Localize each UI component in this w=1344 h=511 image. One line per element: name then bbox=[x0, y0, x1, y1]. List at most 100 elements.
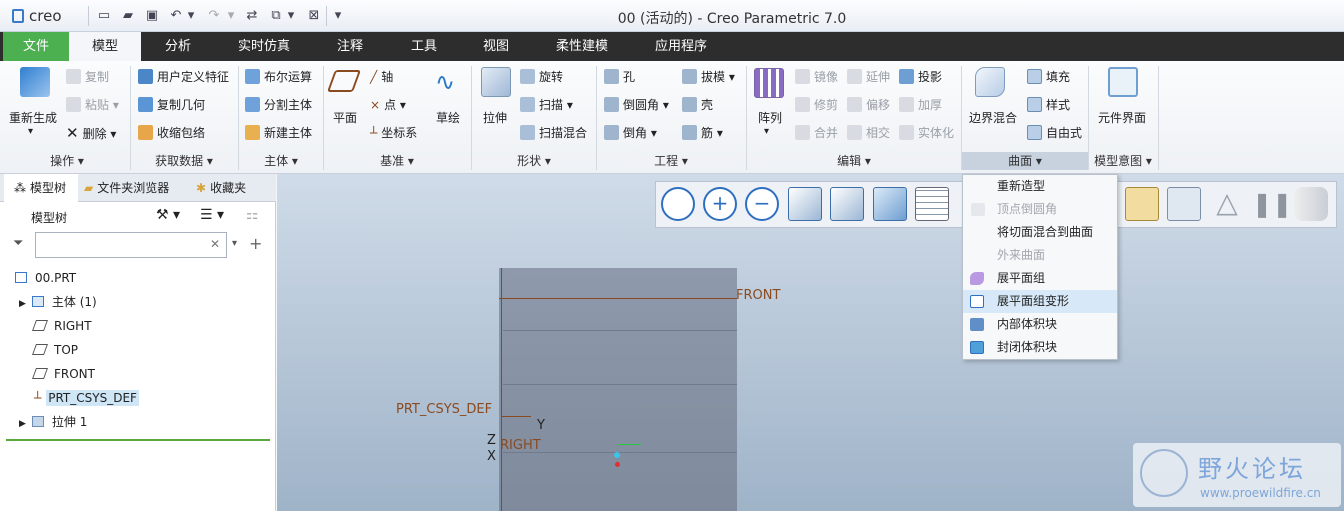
group-datum-label[interactable]: 基准 ▾ bbox=[324, 152, 470, 170]
boolean-button[interactable]: 布尔运算 bbox=[245, 68, 312, 85]
refit-icon[interactable] bbox=[661, 187, 695, 221]
menu-item-restyle[interactable]: 重新造型 bbox=[963, 175, 1117, 198]
search-input[interactable] bbox=[35, 232, 227, 258]
revolve-button[interactable]: 旋转 bbox=[520, 68, 563, 85]
hole-button[interactable]: 孔 bbox=[604, 68, 635, 85]
tab-model[interactable]: 模型 bbox=[69, 32, 141, 61]
clear-search-icon[interactable]: ✕ bbox=[210, 237, 220, 251]
tree-columns-icon[interactable]: ⚏ bbox=[246, 207, 259, 223]
round-button[interactable]: 倒圆角 ▾ bbox=[604, 96, 669, 113]
tab-favorites[interactable]: ✱ 收藏夹 bbox=[196, 174, 270, 202]
chamfer-button[interactable]: 倒角 ▾ bbox=[604, 124, 657, 141]
tab-folder-browser[interactable]: ▰ 文件夹浏览器 bbox=[84, 174, 188, 202]
csys-button[interactable]: ┴ 坐标系 bbox=[370, 124, 417, 141]
draft-button[interactable]: 拔模 ▾ bbox=[682, 68, 735, 85]
shrinkwrap-button[interactable]: 收缩包络 bbox=[138, 124, 205, 141]
sweep-button[interactable]: 扫描 ▾ bbox=[520, 96, 573, 113]
tab-tools[interactable]: 工具 bbox=[387, 32, 461, 61]
thicken-button[interactable]: 加厚 bbox=[899, 96, 942, 113]
menu-item-flatten-quilt[interactable]: 展平面组 bbox=[963, 267, 1117, 290]
delete-button[interactable]: ✕ 删除 ▾ bbox=[66, 124, 116, 142]
menu-item-vertex-round[interactable]: 顶点倒圆角 bbox=[963, 198, 1117, 221]
trim-button[interactable]: 修剪 bbox=[795, 96, 838, 113]
offset-button[interactable]: 偏移 bbox=[847, 96, 890, 113]
tree-item-extrude[interactable]: ▶ 拉伸 1 bbox=[19, 411, 87, 433]
pattern-button[interactable]: 阵列 bbox=[758, 109, 782, 126]
appearance-gallery-icon[interactable] bbox=[1294, 187, 1328, 221]
pattern-dropdown-icon[interactable]: ▾ bbox=[764, 126, 769, 137]
tab-live-simulation[interactable]: 实时仿真 bbox=[215, 32, 313, 61]
repaint-icon[interactable] bbox=[788, 187, 822, 221]
tree-item-part[interactable]: 00.PRT bbox=[15, 267, 76, 289]
extend-button[interactable]: 延伸 bbox=[847, 68, 890, 85]
plane-button[interactable]: 平面 bbox=[333, 109, 357, 126]
copy-geometry-button[interactable]: 复制几何 bbox=[138, 96, 205, 113]
component-interface-button[interactable]: 元件界面 bbox=[1098, 109, 1146, 126]
extrude-part-model[interactable] bbox=[499, 268, 737, 511]
style-button[interactable]: 样式 bbox=[1027, 96, 1070, 113]
project-button[interactable]: 投影 bbox=[899, 68, 942, 85]
merge-button[interactable]: 合并 bbox=[795, 124, 838, 141]
annotation-display-icon[interactable] bbox=[1167, 187, 1201, 221]
tree-item-right[interactable]: RIGHT bbox=[31, 315, 92, 337]
split-body-button[interactable]: 分割主体 bbox=[245, 96, 312, 113]
freestyle-button[interactable]: 自由式 bbox=[1027, 124, 1082, 141]
menu-item-foreign-surface[interactable]: 外来曲面 bbox=[963, 244, 1117, 267]
group-model-intent-label[interactable]: 模型意图 ▾ bbox=[1089, 152, 1157, 170]
right-datum-label[interactable]: RIGHT bbox=[500, 438, 541, 453]
point-button[interactable]: × 点 ▾ bbox=[370, 96, 406, 113]
new-body-button[interactable]: 新建主体 bbox=[245, 124, 312, 141]
insert-indicator[interactable] bbox=[6, 439, 270, 441]
tree-item-top[interactable]: TOP bbox=[31, 339, 78, 361]
view-manager-icon[interactable] bbox=[915, 187, 949, 221]
datum-display-icon[interactable] bbox=[1125, 187, 1159, 221]
tab-view[interactable]: 视图 bbox=[461, 32, 531, 61]
solidify-button[interactable]: 实体化 bbox=[899, 124, 954, 141]
tab-applications[interactable]: 应用程序 bbox=[633, 32, 729, 61]
extrude-button[interactable]: 拉伸 bbox=[483, 109, 507, 126]
fill-button[interactable]: 填充 bbox=[1027, 68, 1070, 85]
display-style-icon[interactable] bbox=[830, 187, 864, 221]
shell-button[interactable]: 壳 bbox=[682, 96, 713, 113]
zoom-out-icon[interactable]: − bbox=[745, 187, 779, 221]
regenerate-button[interactable]: 重新生成 bbox=[9, 109, 57, 126]
group-operations-label[interactable]: 操作 ▾ bbox=[4, 152, 130, 170]
spin-center-icon[interactable]: △ bbox=[1210, 187, 1244, 221]
saved-orientations-icon[interactable] bbox=[873, 187, 907, 221]
group-editing-label[interactable]: 编辑 ▾ bbox=[747, 152, 961, 170]
group-shapes-label[interactable]: 形状 ▾ bbox=[472, 152, 596, 170]
group-body-label[interactable]: 主体 ▾ bbox=[239, 152, 323, 170]
tree-item-front[interactable]: FRONT bbox=[31, 363, 95, 385]
copy-button[interactable]: 复制 bbox=[66, 68, 109, 85]
tree-item-csys[interactable]: ┴ PRT_CSYS_DEF bbox=[34, 387, 139, 409]
zoom-in-icon[interactable]: + bbox=[703, 187, 737, 221]
udf-button[interactable]: 用户定义特征 bbox=[138, 68, 229, 85]
tab-annotate[interactable]: 注释 bbox=[313, 32, 387, 61]
tab-flexible-modeling[interactable]: 柔性建模 bbox=[531, 32, 633, 61]
tree-settings-icon[interactable]: ⚒ ▾ bbox=[156, 207, 180, 223]
search-dropdown-icon[interactable]: ▾ bbox=[232, 238, 237, 249]
tab-file[interactable]: 文件 bbox=[3, 32, 69, 61]
boundary-blend-button[interactable]: 边界混合 bbox=[969, 109, 1017, 126]
tree-item-bodies[interactable]: ▶ 主体 (1) bbox=[19, 291, 97, 313]
mirror-button[interactable]: 镜像 bbox=[795, 68, 838, 85]
tab-model-tree[interactable]: ⁂ 模型树 bbox=[4, 174, 78, 202]
regenerate-dropdown-icon[interactable]: ▾ bbox=[28, 126, 33, 137]
group-surfaces-label[interactable]: 曲面 ▾ bbox=[962, 152, 1088, 170]
tab-analysis[interactable]: 分析 bbox=[141, 32, 215, 61]
menu-item-flatten-quilt-deform[interactable]: 展平面组变形 bbox=[963, 290, 1117, 313]
group-engineering-label[interactable]: 工程 ▾ bbox=[597, 152, 745, 170]
menu-item-closed-volume[interactable]: 封闭体积块 bbox=[963, 336, 1117, 359]
sketch-button[interactable]: 草绘 bbox=[436, 109, 460, 126]
pause-icon[interactable]: ❚❚ bbox=[1252, 187, 1292, 221]
add-icon[interactable]: + bbox=[249, 234, 262, 253]
group-get-data-label[interactable]: 获取数据 ▾ bbox=[131, 152, 237, 170]
intersect-button[interactable]: 相交 bbox=[847, 124, 890, 141]
front-datum-label[interactable]: FRONT bbox=[736, 288, 780, 303]
menu-item-internal-volume[interactable]: 内部体积块 bbox=[963, 313, 1117, 336]
tree-filter-icon[interactable]: ☰ ▾ bbox=[200, 207, 224, 223]
paste-button[interactable]: 粘贴 ▾ bbox=[66, 96, 119, 113]
axis-button[interactable]: ╱ 轴 bbox=[370, 68, 393, 85]
menu-item-blend-tangent[interactable]: 将切面混合到曲面 bbox=[963, 221, 1117, 244]
rib-button[interactable]: 筋 ▾ bbox=[682, 124, 723, 141]
